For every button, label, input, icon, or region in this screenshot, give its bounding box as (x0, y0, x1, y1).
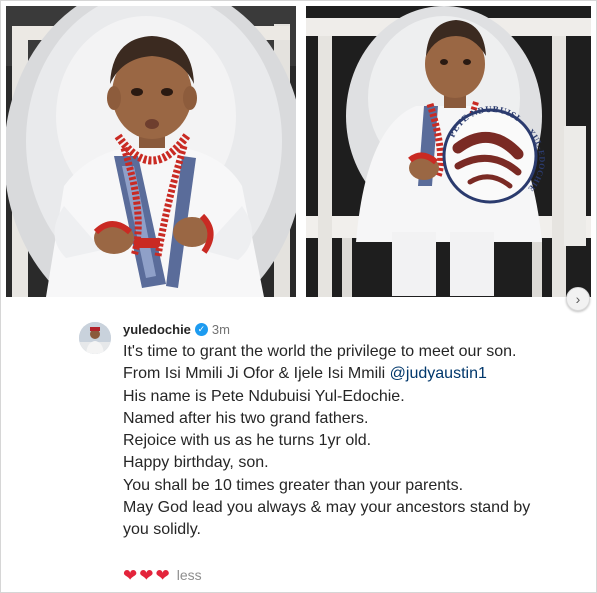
baby-portrait-image (6, 6, 296, 297)
next-photo-button[interactable]: › (566, 287, 590, 311)
post-timestamp[interactable]: 3m (212, 322, 230, 337)
caption-line: It's time to grant the world the privile… (123, 343, 517, 360)
post-caption: It's time to grant the world the privile… (123, 341, 533, 542)
caption-line: From Isi Mmili Ji Ofor & Ijele Isi Mmili… (123, 363, 533, 385)
caption-footer: ❤ ❤ ❤ less (123, 565, 202, 585)
username-link[interactable]: yuledochie (123, 322, 191, 337)
baby-with-fan-image: PETE NDUBUISI YUL-EDOCHIE (306, 6, 591, 297)
caption-line: Named after his two grand fathers. (123, 409, 369, 427)
mention-link[interactable]: @judyaustin1 (390, 365, 487, 382)
caption-line: Rejoice with us as he turns 1yr old. (123, 432, 372, 450)
caption-line: May God lead you always & may your ances… (123, 499, 531, 539)
chevron-right-icon: › (575, 291, 581, 307)
post-header: yuledochie ✓ 3m (123, 320, 230, 338)
avatar[interactable] (79, 322, 111, 354)
caption-line: Happy birthday, son. (123, 454, 269, 472)
caption-line-text: From Isi Mmili Ji Ofor & Ijele Isi Mmili (123, 365, 390, 383)
post-photo-right[interactable]: PETE NDUBUISI YUL-EDOCHIE (306, 6, 591, 297)
red-heart-icon: ❤ (155, 565, 170, 585)
less-button[interactable]: less (177, 567, 202, 583)
red-heart-icon: ❤ (139, 565, 154, 585)
caption-line: His name is Pete Ndubuisi Yul-Edochie. (123, 387, 405, 405)
verified-badge-icon: ✓ (194, 322, 208, 336)
red-heart-icon: ❤ (123, 565, 138, 585)
caption-line: You shall be 10 times greater than your … (123, 476, 464, 494)
profile-photo (79, 322, 111, 354)
post-photo-left[interactable] (6, 6, 296, 297)
